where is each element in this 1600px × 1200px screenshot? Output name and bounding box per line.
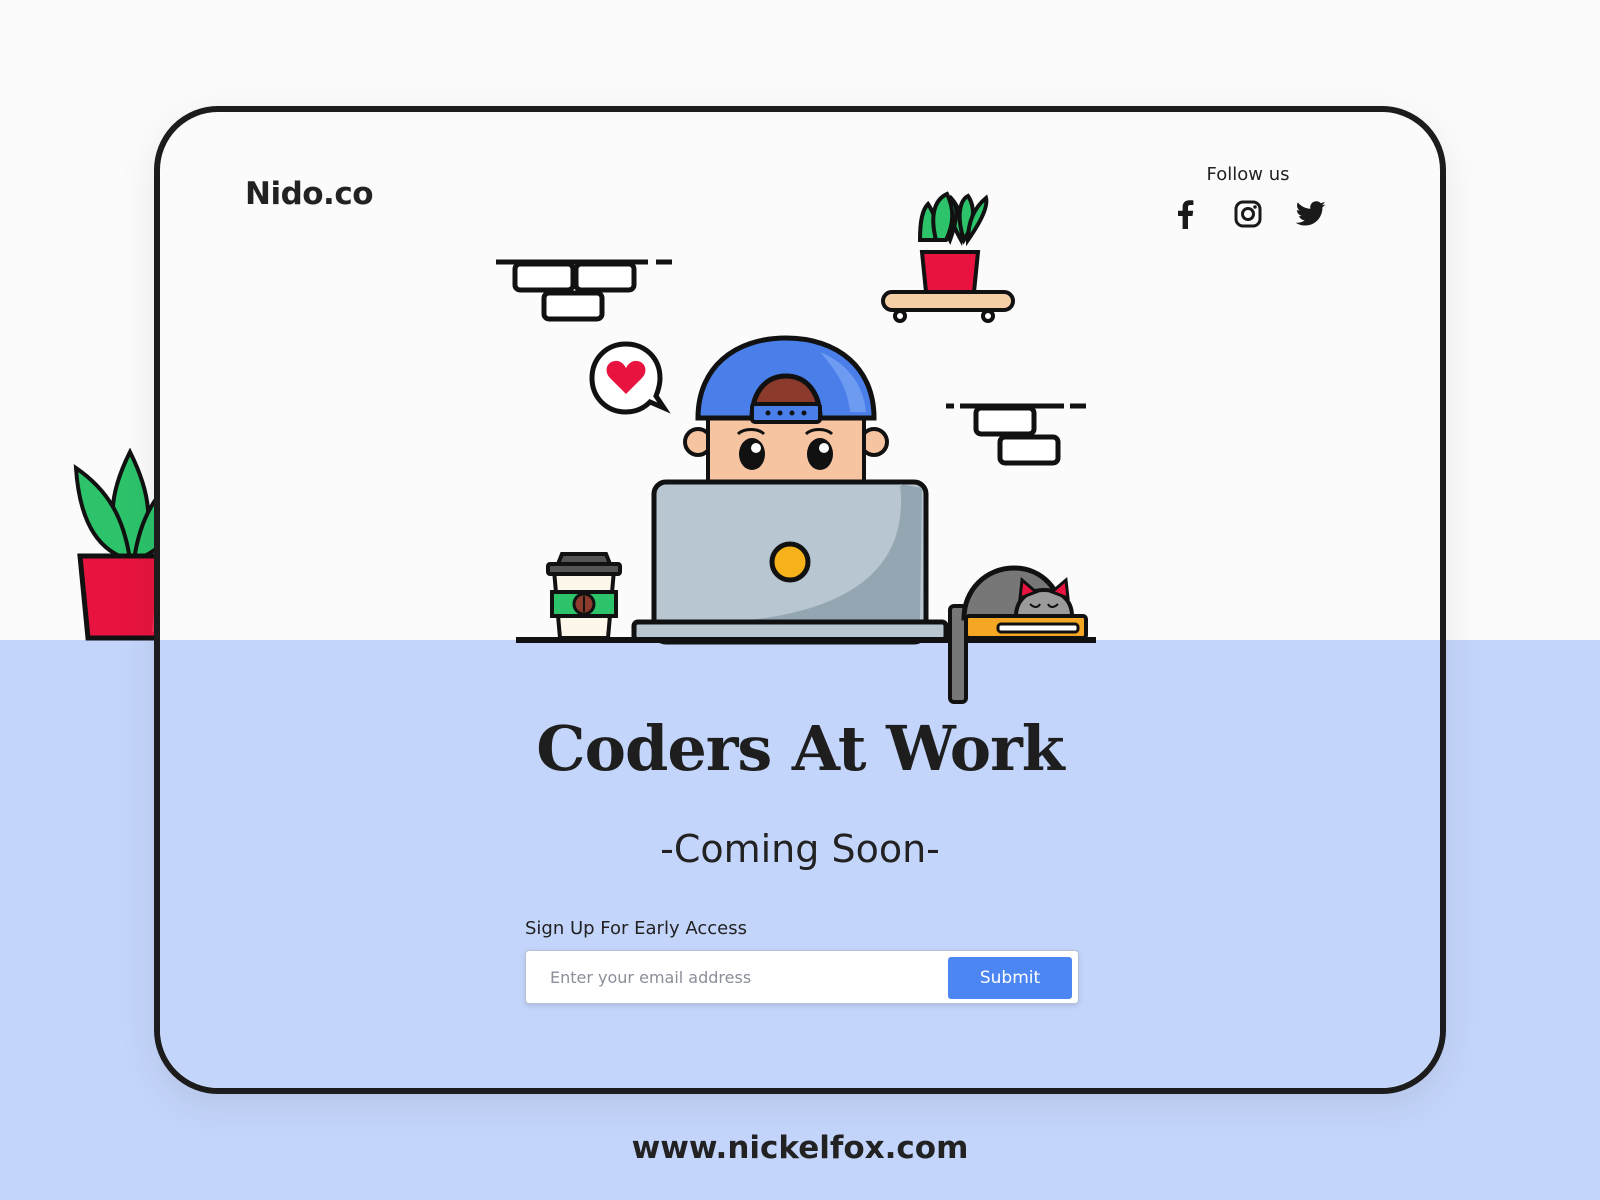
footer-url[interactable]: www.nickelfox.com	[0, 1130, 1600, 1166]
coder-illustration	[496, 191, 1096, 704]
email-input[interactable]	[526, 951, 936, 1003]
submit-button[interactable]: Submit	[948, 957, 1072, 999]
wall-bricks-left-icon	[496, 259, 672, 322]
coffee-cup-icon	[546, 552, 622, 640]
wall-bricks-right-icon	[946, 403, 1086, 466]
cat-bed-icon	[948, 565, 1088, 704]
page-title: Coders At Work	[536, 712, 1064, 785]
page-subtitle: -Coming Soon-	[660, 827, 940, 871]
heart-bubble-icon	[589, 341, 671, 415]
signup-form: Submit	[525, 950, 1079, 1004]
laptop-icon	[631, 479, 949, 645]
signup-label: Sign Up For Early Access	[525, 918, 747, 939]
shelf-plant-icon	[881, 191, 1015, 323]
main-card: Nido.co Follow us Coders At Work -Coming…	[154, 106, 1446, 1094]
character-head-icon	[683, 335, 889, 484]
